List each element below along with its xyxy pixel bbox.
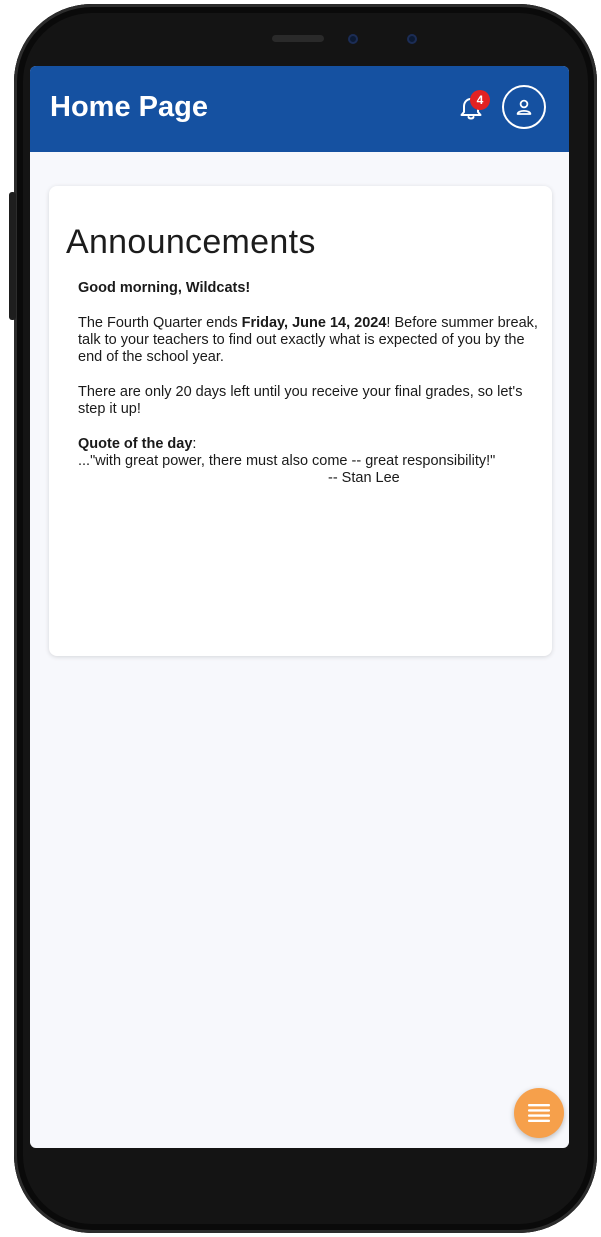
quarter-end-date: Friday, June 14, 2024 (241, 315, 387, 331)
announcements-card: Announcements Good morning, Wildcats! Th… (49, 186, 552, 656)
quote-heading: Quote of the day: (78, 436, 540, 453)
quote-text: ..."with great power, there must also co… (78, 453, 496, 469)
phone-sensor (407, 34, 417, 44)
notification-count-badge: 4 (470, 90, 490, 110)
user-icon (516, 99, 532, 115)
quarter-end-paragraph: The Fourth Quarter ends Friday, June 14,… (78, 315, 540, 366)
quote-attribution: -- Stan Lee (328, 470, 400, 486)
phone-side-button (9, 192, 16, 320)
quote-label: Quote of the day (78, 436, 193, 452)
greeting-text: Good morning, Wildcats! (78, 280, 251, 296)
days-left-paragraph: There are only 20 days left until you re… (78, 384, 523, 417)
menu-icon (528, 1104, 550, 1122)
app-header: Home Page 4 (30, 66, 569, 152)
quarter-end-text-before: The Fourth Quarter ends (78, 315, 242, 331)
page-title: Home Page (50, 91, 208, 123)
phone-camera (348, 34, 358, 44)
quote-separator: : (192, 436, 197, 452)
app-screen: Home Page 4 Announcements Good morning, … (30, 66, 569, 1148)
announcements-title: Announcements (66, 223, 316, 261)
announcements-body: Good morning, Wildcats! The Fourth Quart… (78, 280, 540, 487)
profile-button[interactable] (502, 85, 546, 129)
phone-speaker (272, 35, 324, 42)
menu-fab-button[interactable] (514, 1088, 564, 1138)
